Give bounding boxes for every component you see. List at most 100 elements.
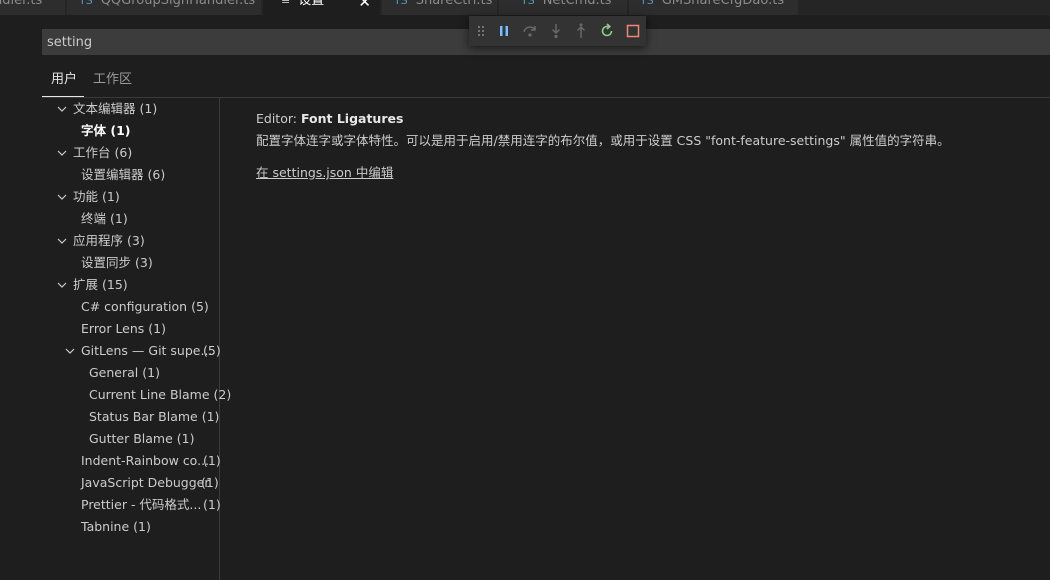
toc-item-count: (5) bbox=[191, 299, 209, 314]
toc-item-label: General bbox=[89, 365, 139, 380]
toc-item-count: (6) bbox=[147, 167, 166, 182]
toc-item-label: 文本编辑器 bbox=[73, 101, 136, 116]
pause-icon bbox=[499, 26, 508, 36]
step-out-button[interactable] bbox=[568, 16, 594, 46]
toc-item-count: (1) bbox=[139, 101, 158, 116]
toc-item-count: (1) bbox=[110, 211, 128, 226]
toc-item-gitlens[interactable]: GitLens — Git supe... (5) bbox=[42, 340, 221, 362]
grip-icon[interactable] bbox=[477, 16, 491, 46]
tab-ndler[interactable]: ndler.ts bbox=[0, 0, 66, 15]
tab-sharectrl[interactable]: TS ShareCtrl.ts bbox=[382, 0, 498, 15]
tab-label: GMShareCfgDao.ts bbox=[661, 0, 785, 8]
toc-item-label: GitLens — Git supe... bbox=[81, 343, 213, 358]
toc-item-count: (1) bbox=[201, 409, 220, 424]
tab-settings[interactable]: ≡ 设置 ✕ bbox=[263, 0, 381, 15]
toc-item-javascript-debugger[interactable]: JavaScript Debugger (1) bbox=[42, 472, 219, 494]
toc-item-label: 扩展 bbox=[73, 277, 99, 292]
restart-button[interactable] bbox=[594, 16, 620, 46]
toc-item-label: C# configuration bbox=[81, 299, 188, 314]
toc-item-terminal[interactable]: 终端 (1) bbox=[42, 208, 217, 230]
toc-item-settings-editor[interactable]: 设置编辑器 (6) bbox=[42, 164, 217, 186]
edit-in-settings-json-link[interactable]: 在 settings.json 中编辑 bbox=[256, 162, 393, 181]
toc-item-count: (6) bbox=[114, 145, 133, 160]
toc-item-count: (1) bbox=[142, 365, 160, 380]
toc-item-extensions[interactable]: 扩展 (15) bbox=[42, 274, 217, 296]
toc-item-label: 终端 bbox=[81, 211, 107, 226]
step-into-icon bbox=[551, 24, 560, 39]
toc-item-features[interactable]: 功能 (1) bbox=[42, 186, 217, 208]
step-over-button[interactable] bbox=[517, 16, 543, 46]
ts-file-icon: TS bbox=[521, 0, 535, 7]
toc-item-count: (1) bbox=[203, 453, 221, 468]
tab-workspace[interactable]: 工作区 bbox=[84, 64, 141, 96]
tab-label: NetCmd.ts bbox=[542, 0, 612, 8]
step-out-icon bbox=[577, 23, 586, 38]
toc-item-label: JavaScript Debugger bbox=[81, 475, 210, 490]
chevron-down-icon bbox=[57, 282, 67, 288]
toc-item-label: 工作台 bbox=[73, 145, 111, 160]
toc-item-label: Status Bar Blame bbox=[89, 409, 198, 424]
toc-item-label: Prettier - 代码格式... bbox=[81, 497, 202, 512]
toc-item-errorlens[interactable]: Error Lens (1) bbox=[42, 318, 217, 340]
debug-toolbar bbox=[469, 16, 646, 46]
chevron-down-icon bbox=[57, 238, 67, 244]
settings-search-input[interactable] bbox=[42, 29, 462, 55]
toc-item-count: (1) bbox=[203, 497, 221, 512]
editor-tab-bar: ndler.ts TS QQGroupSignHandler.ts ≡ 设置 ✕ T… bbox=[0, 0, 1050, 15]
setting-category: Editor: bbox=[256, 111, 301, 126]
toc-item-label: 功能 bbox=[73, 189, 99, 204]
toc-item-count: (15) bbox=[102, 277, 128, 292]
step-into-button[interactable] bbox=[543, 16, 569, 46]
chevron-down-icon bbox=[57, 106, 67, 112]
setting-font-ligatures: Editor: Font Ligatures 配置字体连字或字体特性。可以是用于… bbox=[256, 108, 950, 180]
toc-item-count: (1) bbox=[133, 519, 151, 534]
toc-item-label: 字体 bbox=[81, 123, 107, 138]
toc-item-label: 设置同步 bbox=[81, 255, 132, 270]
toc-item-workbench[interactable]: 工作台 (6) bbox=[42, 142, 217, 164]
toc-item-count: (2) bbox=[213, 387, 232, 402]
toc-item-tabnine[interactable]: Tabnine (1) bbox=[42, 516, 217, 538]
chevron-down-icon bbox=[57, 194, 67, 200]
tab-qqgroupsignhandler[interactable]: TS QQGroupSignHandler.ts bbox=[67, 0, 262, 15]
toc-item-gitlens-general[interactable]: General (1) bbox=[42, 362, 217, 384]
toc-item-count: (3) bbox=[127, 233, 145, 248]
toc-item-text-editor[interactable]: 文本编辑器 (1) bbox=[42, 98, 217, 120]
toc-item-count: (1) bbox=[148, 321, 167, 336]
tab-label: ndler.ts bbox=[0, 0, 43, 8]
stop-icon bbox=[626, 24, 640, 38]
tab-label: QQGroupSignHandler.ts bbox=[100, 0, 256, 8]
toc-item-status-bar-blame[interactable]: Status Bar Blame (1) bbox=[42, 406, 220, 428]
setting-title: Editor: Font Ligatures bbox=[256, 108, 950, 130]
tab-user[interactable]: 用户 bbox=[42, 64, 86, 96]
toc-item-count: (1) bbox=[201, 475, 219, 490]
ts-file-icon: TS bbox=[640, 0, 654, 7]
toc-item-label: 应用程序 bbox=[73, 233, 124, 248]
tab-gmsharecfgdao[interactable]: TS GMShareCfgDao.ts bbox=[629, 0, 799, 15]
tab-label: 设置 bbox=[298, 0, 325, 8]
ts-file-icon: TS bbox=[79, 0, 93, 7]
stop-button[interactable] bbox=[620, 16, 646, 46]
toc-item-csharp[interactable]: C# configuration (5) bbox=[42, 296, 217, 318]
toc-item-count: (5) bbox=[203, 343, 221, 358]
setting-description: 配置字体连字或字体特性。可以是用于启用/禁用连字的布尔值，或用于设置 CSS "… bbox=[256, 133, 950, 148]
toc-item-label: Current Line Blame bbox=[89, 387, 210, 402]
setting-name: Font Ligatures bbox=[300, 111, 404, 126]
toc-item-indent-rainbow[interactable]: Indent-Rainbow co... (1) bbox=[42, 450, 221, 472]
toc-item-current-line-blame[interactable]: Current Line Blame (2) bbox=[42, 384, 231, 406]
toc-item-gutter-blame[interactable]: Gutter Blame (1) bbox=[42, 428, 217, 450]
tab-netcmd[interactable]: TS NetCmd.ts bbox=[499, 0, 628, 15]
chevron-down-icon bbox=[57, 150, 67, 156]
toc-item-settings-sync[interactable]: 设置同步 (3) bbox=[42, 252, 217, 274]
close-icon[interactable]: ✕ bbox=[358, 0, 371, 10]
toc-item-prettier[interactable]: Prettier - 代码格式... (1) bbox=[42, 494, 221, 516]
toc-item-count: (1) bbox=[110, 123, 131, 138]
toc-item-font[interactable]: 字体 (1) bbox=[42, 120, 217, 142]
toc-item-count: (3) bbox=[135, 255, 153, 270]
toc-item-application[interactable]: 应用程序 (3) bbox=[42, 230, 217, 252]
pause-button[interactable] bbox=[491, 16, 517, 46]
chevron-down-icon bbox=[65, 348, 75, 354]
toc-item-label: 设置编辑器 bbox=[81, 167, 144, 182]
tab-label: ShareCtrl.ts bbox=[415, 0, 493, 8]
restart-icon bbox=[601, 23, 613, 37]
ts-file-icon: TS bbox=[394, 0, 408, 7]
